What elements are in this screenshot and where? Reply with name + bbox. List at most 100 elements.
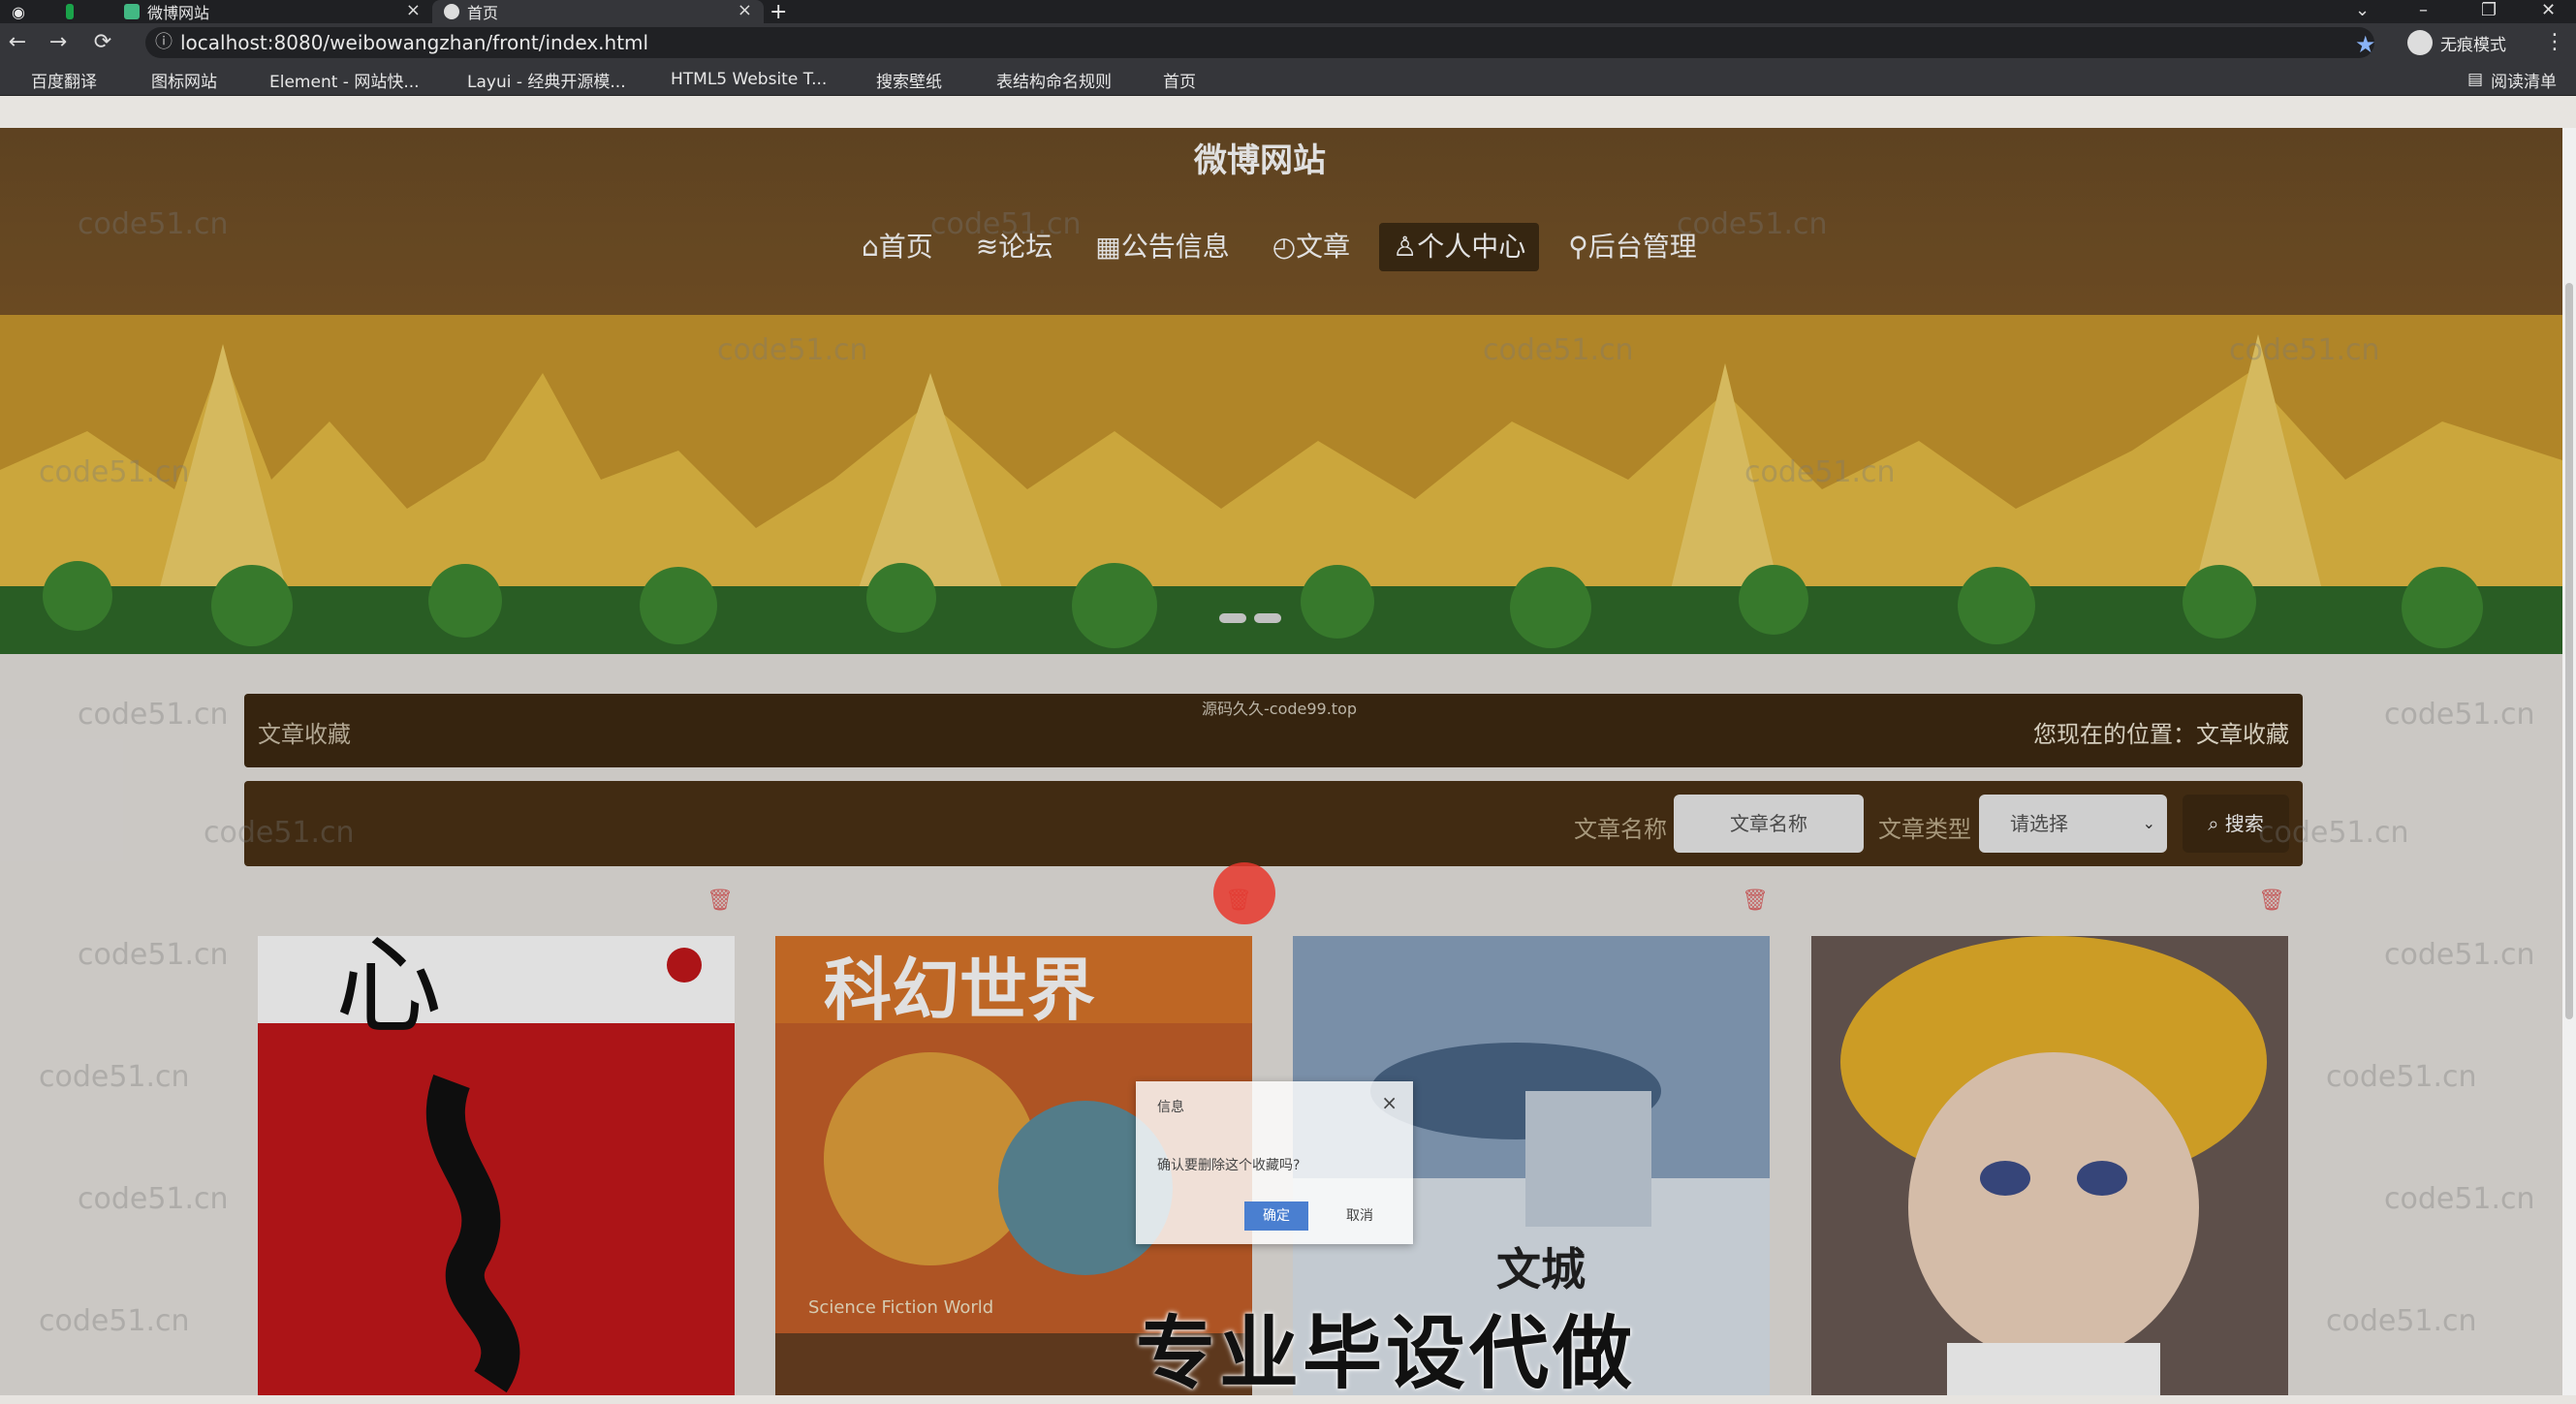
confirm-dialog: 信息 × 确认要删除这个收藏吗? 确定 取消	[1136, 1081, 1413, 1244]
svg-text:心: 心	[335, 936, 442, 1048]
bookmark-item[interactable]: Layui - 经典开源模...	[442, 70, 626, 92]
delete-icon[interactable]: 🗑	[1742, 889, 1769, 913]
search-button[interactable]: ⌕ 搜索	[2183, 795, 2289, 853]
back-button[interactable]: ←	[4, 29, 31, 56]
nav-user-center[interactable]: ♙个人中心	[1379, 223, 1540, 271]
carousel-dot[interactable]	[1219, 613, 1246, 623]
search-button-label: 搜索	[2224, 812, 2264, 835]
bookmarks-bar: 百度翻译 图标网站 Element - 网站快... Layui - 经典开源模…	[0, 62, 2576, 96]
reading-list-label: 阅读清单	[2491, 72, 2558, 92]
dialog-title: 信息	[1157, 1100, 1184, 1115]
table-icon	[971, 71, 989, 88]
source-watermark: 源码久久-code99.top	[1202, 700, 1358, 718]
site-header: 微博网站 ⌂首页 ≋论坛 ▦公告信息 ◴文章 ♙个人中心 ⚲后台管理	[0, 128, 2562, 315]
tab-home[interactable]: 首页 ×	[432, 0, 764, 23]
confirm-button[interactable]: 确定	[1244, 1201, 1308, 1231]
bookmark-item[interactable]: 首页	[1138, 70, 1196, 92]
url-field[interactable]: ⓘ localhost:8080/weibowangzhan/front/ind…	[145, 27, 2374, 58]
browser-tab-bar: ◉ 微博网站 × 首页 × + ⌄ – ❐ ✕	[0, 0, 2576, 24]
cancel-button[interactable]: 取消	[1328, 1201, 1392, 1231]
nav-home[interactable]: ⌂首页	[848, 223, 947, 271]
tab-label: 微博网站	[147, 4, 210, 22]
wallpaper-icon	[851, 71, 868, 88]
article-type-select[interactable]: 请选择 ⌄	[1979, 795, 2167, 853]
article-name-input[interactable]: 文章名称	[1674, 795, 1864, 853]
banner-carousel[interactable]	[0, 315, 2562, 654]
favorite-card[interactable]: 心	[258, 936, 735, 1395]
pinned-tab-icon[interactable]	[66, 0, 81, 23]
book-cover-image: 心	[258, 936, 735, 1395]
watermark-text: code51.cn	[78, 938, 229, 972]
bookmark-star-icon[interactable]: ★	[2355, 31, 2376, 58]
close-window-button[interactable]: ✕	[2541, 0, 2556, 20]
watermark-text: code51.cn	[78, 698, 229, 732]
forward-button[interactable]: →	[45, 29, 72, 56]
cursor-highlight	[1213, 862, 1275, 924]
search-bar: 文章名称 文章名称 文章类型 请选择 ⌄ ⌕ 搜索	[244, 781, 2303, 866]
url-text: localhost:8080/weibowangzhan/front/index…	[180, 31, 649, 54]
browser-menu-button[interactable]: ⋮	[2541, 29, 2568, 56]
carousel-dots	[1219, 613, 1281, 623]
bookmark-label: Element - 网站快...	[269, 72, 420, 92]
profile-label: 无痕模式	[2440, 35, 2506, 55]
watermark-text: code51.cn	[2384, 938, 2535, 972]
bookmark-label: 百度翻译	[31, 72, 97, 92]
html5-icon	[645, 71, 663, 88]
bookmark-label: 搜索壁纸	[876, 72, 942, 92]
bookmark-label: HTML5 Website T...	[671, 70, 828, 89]
nav-admin[interactable]: ⚲后台管理	[1555, 223, 1711, 271]
book-cover-image	[1811, 936, 2288, 1395]
tab-weibo[interactable]: 微博网站 ×	[114, 0, 432, 23]
element-icon	[244, 71, 262, 88]
article-type-label: 文章类型	[1878, 816, 1971, 843]
layui-icon	[442, 71, 459, 88]
vue-logo-icon	[124, 4, 140, 19]
nav-notice[interactable]: ▦公告信息	[1082, 223, 1242, 271]
close-icon[interactable]: ×	[738, 0, 752, 20]
reading-list-button[interactable]: ▤ 阅读清单	[2467, 70, 2558, 92]
nav-forum[interactable]: ≋论坛	[962, 223, 1066, 271]
reading-list-icon: ▤	[2467, 70, 2484, 89]
page-scrollbar[interactable]	[2562, 128, 2576, 1395]
site-info-icon[interactable]: ⓘ	[155, 27, 173, 58]
search-icon: ⌕	[2208, 812, 2219, 835]
bookmark-item[interactable]: Element - 网站快...	[244, 70, 420, 92]
breadcrumb: 您现在的位置：文章收藏	[2033, 721, 2289, 748]
incognito-profile[interactable]: 无痕模式	[2407, 29, 2506, 56]
article-type-value: 请选择	[2010, 812, 2068, 835]
bookmark-label: 首页	[1163, 72, 1196, 92]
close-icon[interactable]: ×	[1381, 1091, 1398, 1114]
bookmark-item[interactable]: 搜索壁纸	[851, 70, 942, 92]
favorite-card[interactable]	[1811, 936, 2288, 1395]
bookmark-item[interactable]: 图标网站	[126, 70, 217, 92]
bookmark-item[interactable]: 百度翻译	[6, 70, 97, 92]
pagoda-banner-image	[0, 315, 2562, 654]
new-tab-button[interactable]: +	[770, 0, 787, 24]
delete-icon[interactable]: 🗑	[2258, 889, 2285, 913]
bookmark-label: Layui - 经典开源模...	[467, 72, 626, 92]
minimize-button[interactable]: –	[2419, 0, 2428, 20]
close-icon[interactable]: ×	[406, 0, 421, 20]
carousel-dot[interactable]	[1254, 613, 1281, 623]
watermark-text: code51.cn	[2326, 1304, 2477, 1338]
svg-text:科幻世界: 科幻世界	[824, 951, 1095, 1030]
nav-article[interactable]: ◴文章	[1259, 223, 1364, 271]
bookmark-label: 表结构命名规则	[996, 72, 1112, 92]
watermark-text: code51.cn	[2384, 698, 2535, 732]
bookmark-item[interactable]: HTML5 Website T...	[645, 70, 827, 89]
reload-button[interactable]: ⟳	[89, 29, 116, 56]
article-name-label: 文章名称	[1574, 816, 1667, 843]
browser-menu-icon[interactable]: ◉	[12, 0, 37, 23]
globe-icon	[1138, 71, 1155, 88]
watermark-text: code51.cn	[2326, 1060, 2477, 1094]
bookmark-label: 图标网站	[151, 72, 217, 92]
scrollbar-thumb[interactable]	[2565, 283, 2573, 1019]
main-nav: ⌂首页 ≋论坛 ▦公告信息 ◴文章 ♙个人中心 ⚲后台管理	[848, 223, 1726, 271]
flag-icon	[126, 71, 143, 88]
section-title: 文章收藏	[258, 721, 351, 748]
bookmark-item[interactable]: 表结构命名规则	[971, 70, 1112, 92]
restore-button[interactable]: ❐	[2481, 0, 2497, 20]
delete-icon[interactable]: 🗑	[707, 889, 734, 913]
chevron-down-icon: ⌄	[2142, 814, 2155, 832]
tab-search-icon[interactable]: ⌄	[2355, 0, 2370, 20]
